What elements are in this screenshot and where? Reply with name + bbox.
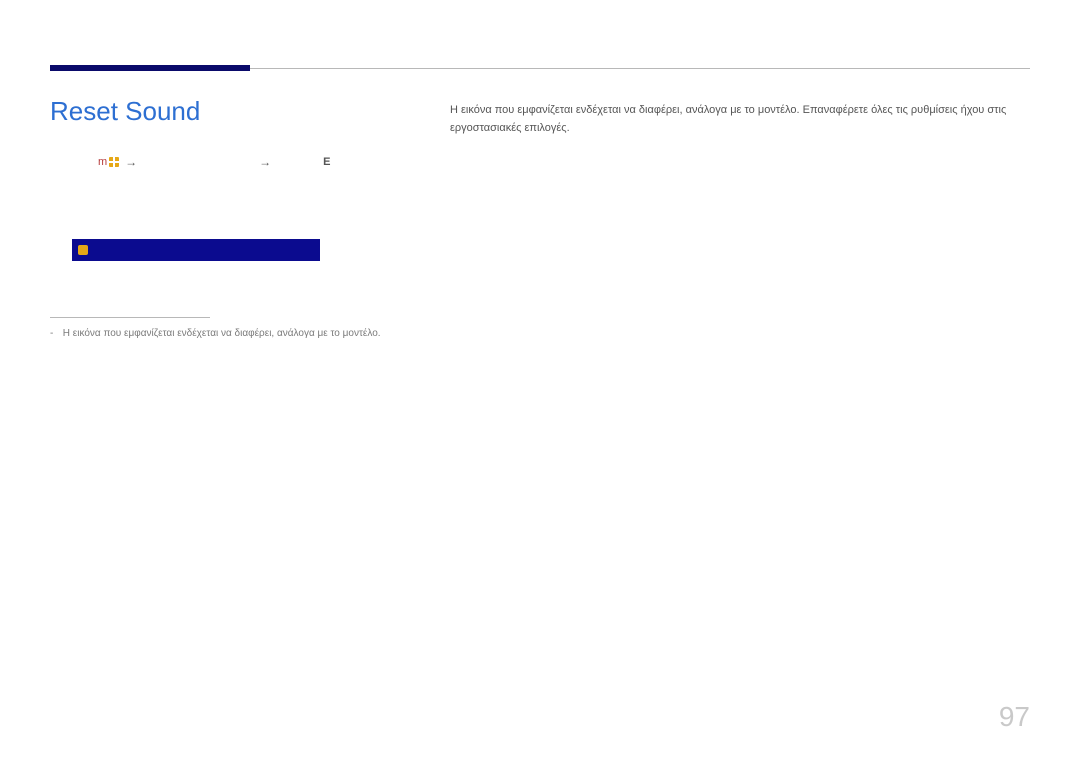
menu-letter: m — [98, 156, 107, 168]
description-text: Η εικόνα που εμφανίζεται ενδέχεται να δι… — [450, 102, 1030, 137]
navigation-path: m → → E — [98, 155, 420, 169]
footnote-text: Η εικόνα που εμφανίζεται ενδέχεται να δι… — [63, 328, 381, 339]
osd-spacer — [72, 195, 420, 239]
footnote-rule — [50, 317, 210, 318]
header-line-thick — [50, 65, 250, 71]
content-row: Reset Sound m → → E - Η εικόνα που εμφαν… — [50, 96, 1030, 339]
header-rule — [50, 64, 1030, 72]
footnote-dash: - — [50, 328, 60, 339]
enter-icon: E — [323, 156, 330, 168]
osd-item-icon — [78, 245, 88, 255]
left-column: Reset Sound m → → E - Η εικόνα που εμφαν… — [50, 96, 420, 339]
osd-menu-item-selected — [72, 239, 320, 261]
arrow-icon: → — [259, 155, 271, 169]
footnote: - Η εικόνα που εμφανίζεται ενδέχεται να … — [50, 328, 420, 339]
right-column: Η εικόνα που εμφανίζεται ενδέχεται να δι… — [450, 96, 1030, 339]
osd-menu-preview — [72, 195, 420, 261]
menu-grid-icon — [109, 157, 119, 167]
menu-button-icon: m — [98, 156, 119, 168]
page-title: Reset Sound — [50, 96, 420, 127]
arrow-icon: → — [125, 155, 137, 169]
page-number: 97 — [999, 701, 1030, 733]
